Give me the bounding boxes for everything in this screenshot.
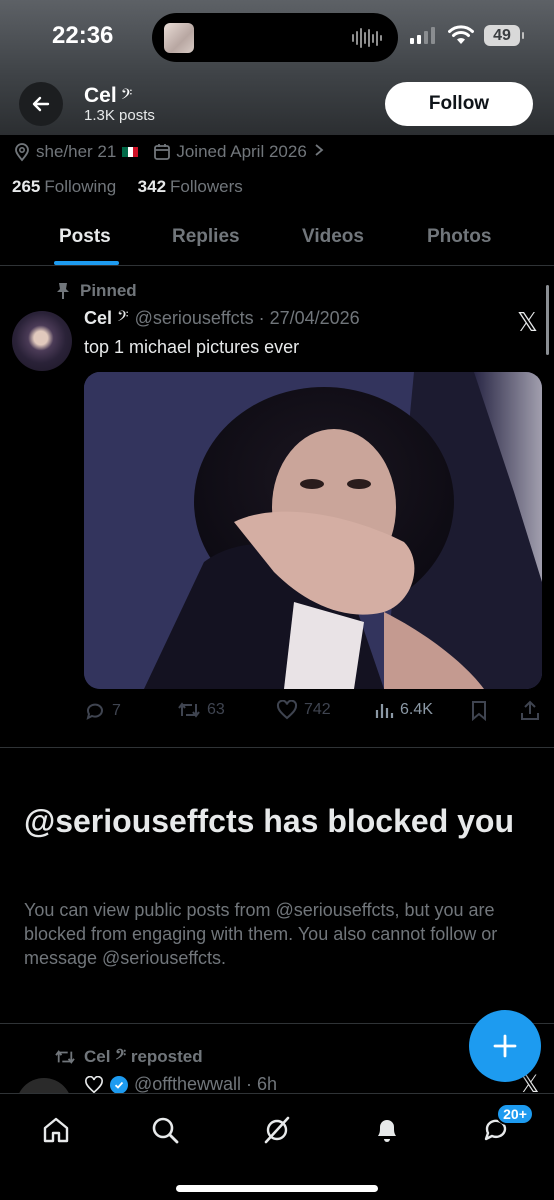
audio-waveform-icon: [352, 27, 382, 49]
pronouns-age: she/her 21: [36, 142, 117, 161]
tab-replies[interactable]: Replies: [172, 226, 240, 248]
repost-handle-time[interactable]: @offthewwall · 6h: [134, 1074, 277, 1095]
repost-icon: [55, 1050, 75, 1064]
photo-illustration: [84, 372, 542, 689]
blocked-title: @seriouseffcts has blocked you: [24, 803, 515, 839]
bottom-navigation: 20+: [0, 1093, 554, 1200]
like-count: 742: [304, 701, 331, 718]
blocked-description: You can view public posts from @seriouse…: [24, 900, 498, 968]
profile-banner: 22:36 49 Cel 𝄢 1.3K posts Follow: [0, 0, 554, 135]
views-button[interactable]: 6.4K: [374, 700, 433, 720]
bass-clef-emoji: 𝄢: [120, 86, 133, 106]
follow-stats: 265 Following 342 Followers: [12, 177, 243, 197]
nav-notifications[interactable]: [367, 1110, 407, 1150]
tab-videos[interactable]: Videos: [302, 226, 364, 248]
bookmark-icon: [472, 701, 486, 722]
tab-posts[interactable]: Posts: [59, 226, 111, 248]
bookmark-button[interactable]: [470, 700, 488, 722]
grok-icon: [264, 1116, 290, 1144]
plus-icon: [493, 1034, 517, 1058]
share-icon: [521, 700, 539, 720]
post-header: Cel 𝄢 @seriouseffcts · 27/04/2026: [84, 308, 360, 329]
reply-count: 7: [112, 702, 121, 719]
compose-post-button[interactable]: [469, 1010, 541, 1082]
tab-photos[interactable]: Photos: [427, 226, 491, 248]
views-chart-icon: [375, 704, 394, 718]
post-image[interactable]: [84, 372, 542, 689]
divider: [0, 1023, 554, 1024]
nav-grok[interactable]: [257, 1110, 297, 1150]
repost-header: @offthewwall · 6h: [84, 1074, 277, 1095]
pin-icon: [57, 283, 69, 299]
divider: [0, 747, 554, 748]
like-button[interactable]: 742: [276, 700, 331, 720]
followers-count: 342: [137, 177, 167, 196]
battery-indicator: 49: [484, 25, 524, 46]
heart-outline-icon: [85, 1075, 103, 1093]
repost-label: Cel 𝄢 reposted: [54, 1047, 203, 1067]
scrollbar[interactable]: [546, 285, 549, 355]
pinned-text: Pinned: [80, 281, 137, 300]
status-bar: 22:36 49: [0, 0, 554, 70]
home-icon: [43, 1117, 69, 1143]
following-link[interactable]: 265 Following: [12, 177, 116, 196]
bass-clef-emoji: 𝄢: [117, 308, 129, 328]
follow-button[interactable]: Follow: [385, 82, 533, 126]
status-time: 22:36: [52, 22, 114, 49]
nav-search[interactable]: [145, 1110, 185, 1150]
arrow-left-icon: [32, 96, 50, 112]
reply-button[interactable]: 7: [84, 700, 121, 722]
post-handle-date[interactable]: @seriouseffcts · 27/04/2026: [135, 308, 360, 328]
x-logo-icon: 𝕏: [517, 308, 538, 338]
back-button[interactable]: [19, 82, 63, 126]
wifi-icon: [448, 25, 474, 44]
following-label: Following: [44, 177, 117, 196]
pinned-label: Pinned: [56, 281, 137, 301]
bell-icon: [378, 1120, 396, 1142]
post-count: 1.3K posts: [84, 107, 155, 124]
repost-button[interactable]: 63: [177, 700, 225, 720]
home-indicator[interactable]: [176, 1185, 378, 1192]
post-text: top 1 michael pictures ever: [84, 337, 300, 357]
mexico-flag-icon: [122, 147, 139, 157]
calendar-icon: [152, 142, 172, 162]
chevron-right-icon[interactable]: [313, 142, 325, 162]
repost-icon: [178, 702, 200, 718]
followers-link[interactable]: 342 Followers: [138, 177, 243, 196]
profile-name: Cel 𝄢: [84, 84, 132, 108]
profile-display-name: Cel: [84, 84, 117, 107]
followers-label: Followers: [170, 177, 243, 196]
nav-home[interactable]: [36, 1110, 76, 1150]
post-author-name: Cel: [84, 308, 113, 328]
share-button[interactable]: [520, 700, 540, 722]
repost-label-text: Cel 𝄢 reposted: [84, 1047, 203, 1066]
post-author[interactable]: Cel 𝄢: [84, 308, 129, 328]
avatar[interactable]: [12, 311, 72, 371]
heart-icon: [276, 700, 298, 720]
views-count: 6.4K: [400, 701, 433, 718]
following-count: 265: [12, 177, 41, 196]
reply-icon: [86, 703, 103, 720]
repost-count: 63: [207, 701, 225, 718]
verified-badge-icon: [110, 1075, 128, 1094]
cellular-signal-icon: [410, 26, 435, 44]
search-icon: [152, 1117, 179, 1144]
dynamic-island[interactable]: [152, 13, 398, 62]
now-playing-thumbnail: [164, 23, 194, 53]
post-actions: 7 63 742 6.4K: [84, 700, 544, 726]
profile-tabs: Posts Replies Videos Photos: [0, 213, 554, 266]
active-tab-indicator: [54, 261, 119, 265]
profile-meta: she/her 21 Joined April 2026: [12, 140, 325, 164]
location-pin-icon: [12, 142, 32, 162]
messages-badge: 20+: [496, 1103, 534, 1125]
joined-date: Joined April 2026: [176, 142, 307, 161]
